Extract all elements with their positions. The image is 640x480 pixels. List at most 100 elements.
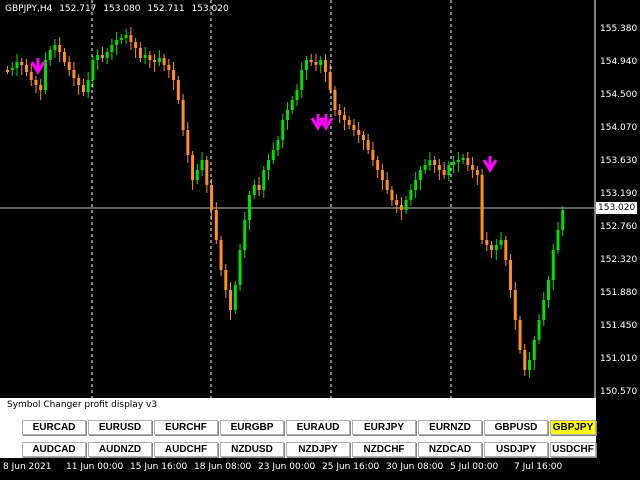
- candle-body: [195, 170, 199, 180]
- candlestick-chart[interactable]: [0, 0, 640, 398]
- candle-body: [523, 350, 527, 370]
- time-tick-label: 8 Jun 2021: [3, 462, 52, 472]
- candle-body: [10, 68, 14, 70]
- symbol-button-nzdcad[interactable]: NZDCAD: [418, 442, 482, 457]
- ohlc-low: 152.711: [147, 4, 185, 14]
- candle-body: [205, 160, 209, 185]
- candle-body: [138, 48, 142, 58]
- candle-body: [371, 150, 375, 160]
- candle-body: [309, 60, 313, 62]
- candle-body: [366, 140, 370, 150]
- candle-body: [414, 180, 418, 190]
- candle-body: [551, 250, 555, 280]
- candle-body: [271, 150, 275, 160]
- candle-body: [376, 160, 380, 170]
- candle-body: [96, 55, 100, 60]
- arrow-down-icon: [318, 114, 334, 131]
- symbol-button-eurnzd[interactable]: EURNZD: [418, 420, 482, 435]
- arrow-down-icon: [482, 156, 498, 173]
- time-tick-label: 11 Jun 00:00: [66, 462, 124, 472]
- symbol-button-eurchf[interactable]: EURCHF: [154, 420, 218, 435]
- price-tick-label: 154.940: [600, 57, 638, 67]
- price-tick-label: 150.570: [600, 387, 638, 397]
- candle-body: [67, 62, 71, 70]
- candle-body: [29, 72, 33, 80]
- candle-body: [485, 240, 489, 245]
- price-tick-label: 151.450: [600, 321, 638, 331]
- candle-body: [423, 165, 427, 170]
- candle-body: [24, 65, 28, 72]
- ohlc-close: 153.020: [191, 4, 229, 14]
- symbol-button-audcad[interactable]: AUDCAD: [22, 442, 86, 457]
- candle-body: [91, 60, 95, 80]
- candle-body: [148, 55, 152, 60]
- candle-body: [153, 60, 157, 62]
- symbol-button-nzdusd[interactable]: NZDUSD: [220, 442, 284, 457]
- candle-body: [561, 210, 565, 230]
- candle-body: [480, 175, 484, 240]
- candle-body: [304, 60, 308, 70]
- candle-body: [248, 195, 252, 220]
- candle-body: [333, 90, 337, 110]
- symbol-button-audchf[interactable]: AUDCHF: [154, 442, 218, 457]
- candle-body: [167, 65, 171, 70]
- candle-body: [34, 80, 38, 85]
- current-price-label: 153.020: [596, 202, 638, 214]
- time-tick-label: 18 Jun 08:00: [194, 462, 252, 472]
- candle-body: [509, 260, 513, 290]
- price-tick-label: 152.320: [600, 255, 638, 265]
- symbol-button-gbpjpy[interactable]: GBPJPY: [550, 420, 596, 435]
- candle-body: [281, 120, 285, 140]
- candle-body: [43, 60, 47, 90]
- candle-body: [181, 100, 185, 130]
- candle-body: [267, 160, 271, 170]
- symbol-changer-panel: Symbol Changer profit display v3 EURCAD E…: [0, 398, 596, 458]
- candle-body: [390, 190, 394, 200]
- candle-body: [385, 180, 389, 190]
- ohlc-open: 152.717: [59, 4, 97, 14]
- price-tick-label: 151.010: [600, 354, 638, 364]
- symbol-button-nzdjpy[interactable]: NZDJPY: [286, 442, 350, 457]
- symbol-button-usdjpy[interactable]: USDJPY: [484, 442, 548, 457]
- price-tick-label: 153.190: [600, 189, 638, 199]
- candle-body: [352, 125, 356, 130]
- candle-body: [471, 165, 475, 170]
- symbol-button-usdchf[interactable]: USDCHF: [550, 442, 596, 457]
- candle-body: [53, 45, 57, 50]
- price-chart[interactable]: GBPJPY,H4 152.717 153.080 152.711 153.02…: [0, 0, 640, 398]
- symbol-button-nzdchf[interactable]: NZDCHF: [352, 442, 416, 457]
- candle-body: [494, 245, 498, 250]
- time-tick-label: 7 Jul 16:00: [514, 462, 563, 472]
- symbol-button-eurusd[interactable]: EURUSD: [88, 420, 152, 435]
- price-tick-label: 151.880: [600, 288, 638, 298]
- candle-body: [191, 155, 195, 180]
- candle-body: [442, 170, 446, 175]
- candle-body: [475, 170, 479, 175]
- candle-body: [233, 285, 237, 310]
- candle-body: [357, 130, 361, 135]
- candle-body: [77, 78, 81, 85]
- candle-body: [62, 52, 66, 62]
- candle-body: [452, 162, 456, 165]
- candle-body: [219, 240, 223, 270]
- time-axis: 8 Jun 2021 11 Jun 00:00 15 Jun 16:00 18 Jun…: [0, 458, 640, 480]
- symbol-button-audnzd[interactable]: AUDNZD: [88, 442, 152, 457]
- symbol-button-eurgbp[interactable]: EURGBP: [220, 420, 284, 435]
- candle-body: [48, 50, 52, 60]
- candle-body: [528, 360, 532, 370]
- candle-body: [162, 58, 166, 65]
- candle-body: [172, 70, 176, 80]
- symbol-button-euraud[interactable]: EURAUD: [286, 420, 350, 435]
- candle-body: [115, 40, 119, 45]
- candle-body: [143, 55, 147, 58]
- candle-body: [418, 170, 422, 180]
- candle-body: [447, 165, 451, 175]
- chart-info: GBPJPY,H4 152.717 153.080 152.711 153.02…: [5, 4, 233, 14]
- symbol-button-gbpusd[interactable]: GBPUSD: [484, 420, 548, 435]
- symbol-button-eurjpy[interactable]: EURJPY: [352, 420, 416, 435]
- time-tick-label: 23 Jun 00:00: [258, 462, 316, 472]
- candle-body: [342, 115, 346, 120]
- symbol-timeframe: GBPJPY,H4: [5, 4, 53, 14]
- symbol-button-eurcad[interactable]: EURCAD: [22, 420, 86, 435]
- time-tick-label: 30 Jun 08:00: [386, 462, 444, 472]
